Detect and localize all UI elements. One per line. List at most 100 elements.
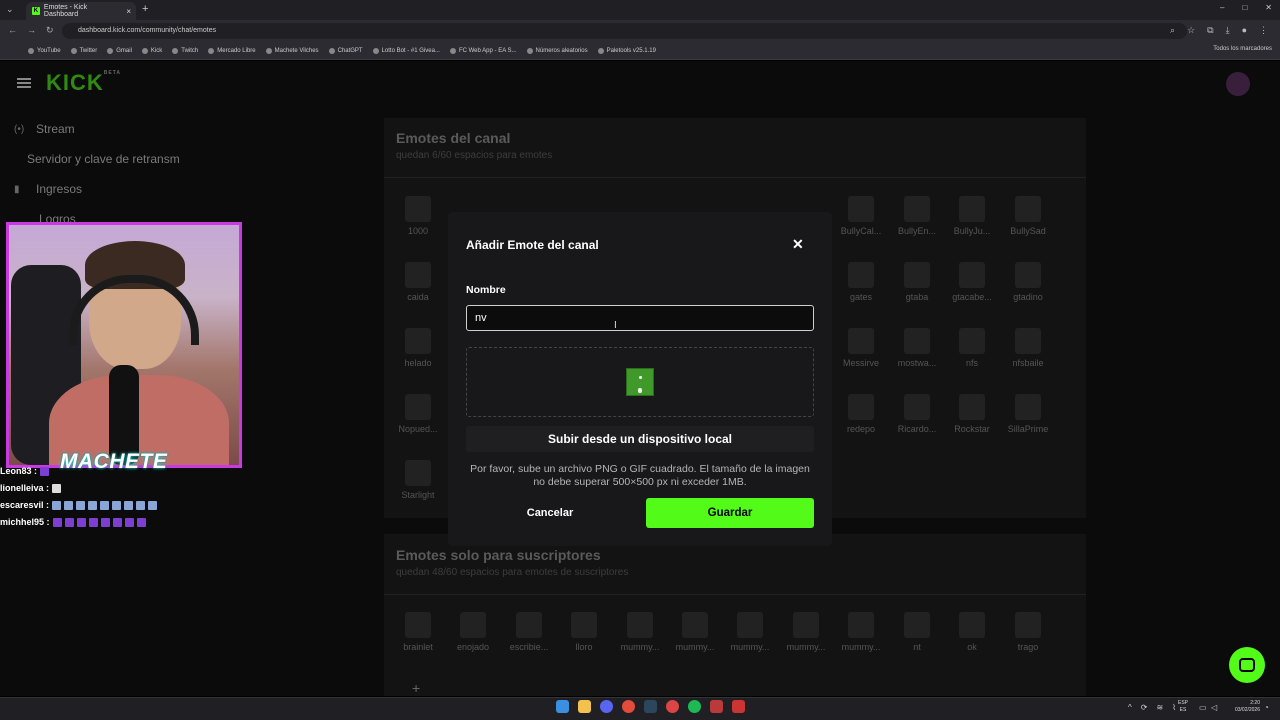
emote-item[interactable]: enojado: [445, 612, 501, 652]
emote-item[interactable]: escribie...: [501, 612, 557, 652]
emote-item[interactable]: gtaba: [889, 262, 945, 302]
emote-image: [848, 394, 874, 420]
chat-message: lionelleiva :: [0, 483, 62, 493]
emote-item[interactable]: mummy...: [833, 612, 889, 652]
emote-item[interactable]: brainlet: [390, 612, 446, 652]
sidebar-item-stream[interactable]: (•) Stream: [14, 122, 75, 136]
emote-item[interactable]: gates: [833, 262, 889, 302]
wifi-icon[interactable]: ≋: [1156, 703, 1163, 712]
volume-icon[interactable]: ◁: [1211, 703, 1217, 712]
emote-item[interactable]: mummy...: [612, 612, 668, 652]
bookmark-item[interactable]: Twitch: [172, 47, 198, 54]
emote-image: [793, 612, 819, 638]
url-field[interactable]: dashboard.kick.com/community/chat/emotes: [62, 23, 1187, 39]
minimize-icon[interactable]: –: [1220, 3, 1224, 12]
close-icon[interactable]: ✕: [792, 236, 804, 253]
calendar-icon[interactable]: [732, 700, 745, 713]
bookmark-item[interactable]: YouTube: [28, 47, 61, 54]
emote-item[interactable]: nfsbaile: [1000, 328, 1056, 368]
emote-item[interactable]: redepo: [833, 394, 889, 434]
avatar[interactable]: [1226, 72, 1250, 96]
save-button[interactable]: Guardar: [646, 498, 814, 528]
emote-item[interactable]: trago: [1000, 612, 1056, 652]
tab-title: Emotes - Kick Dashboard: [43, 4, 88, 18]
profile-icon[interactable]: ●: [1242, 25, 1247, 36]
emote-item[interactable]: BullyCal...: [833, 196, 889, 236]
window-close-icon[interactable]: ✕: [1265, 3, 1272, 12]
forward-icon[interactable]: →: [27, 25, 36, 36]
extensions-icon[interactable]: ⧉: [1207, 25, 1213, 36]
spotify-icon[interactable]: [688, 700, 701, 713]
emote-item[interactable]: Nopued...: [390, 394, 446, 434]
star-icon[interactable]: ☆: [1187, 25, 1195, 36]
tab-list-icon[interactable]: ⌄: [6, 4, 14, 15]
monitor-icon[interactable]: ▭: [1199, 703, 1207, 712]
app-icon[interactable]: [666, 700, 679, 713]
bookmark-item[interactable]: Kick: [141, 47, 162, 54]
add-emote-icon[interactable]: +: [412, 680, 420, 696]
discord-icon[interactable]: [600, 700, 613, 713]
steam-icon[interactable]: [644, 700, 657, 713]
sidebar-item-ingresos[interactable]: ▮ Ingresos: [14, 182, 82, 196]
emote-item[interactable]: Starlight: [390, 460, 446, 500]
kick-logo[interactable]: KICKBETA: [46, 70, 121, 96]
mic-icon[interactable]: ⌇: [1172, 703, 1176, 712]
language-indicator[interactable]: ESP ES: [1178, 700, 1188, 714]
bookmark-item[interactable]: FC Web App - EA S...: [449, 47, 517, 54]
emote-item[interactable]: 1000: [390, 196, 446, 236]
emote-item[interactable]: nfs: [944, 328, 1000, 368]
emote-label: gtaba: [905, 292, 929, 302]
sidebar-item-stream-key[interactable]: Servidor y clave de retransm: [27, 152, 180, 166]
chat-support-icon[interactable]: [1229, 647, 1265, 683]
file-explorer-icon[interactable]: [578, 700, 591, 713]
emote-item[interactable]: BullySad: [1000, 196, 1056, 236]
emote-item[interactable]: Messirve: [833, 328, 889, 368]
bookmark-item[interactable]: Gmail: [107, 47, 132, 54]
clock[interactable]: 2:20 03/02/2026: [1230, 700, 1260, 714]
bookmark-item[interactable]: Números aleatorios: [526, 47, 588, 54]
all-bookmarks[interactable]: Todos los marcadores: [1213, 46, 1272, 52]
bookmark-item[interactable]: ChatGPT: [328, 47, 363, 54]
reload-icon[interactable]: ↻: [46, 25, 54, 36]
emote-item[interactable]: Ricardo...: [889, 394, 945, 434]
emote-item[interactable]: mummy...: [722, 612, 778, 652]
start-icon[interactable]: [556, 700, 569, 713]
emote-item[interactable]: BullyEn...: [889, 196, 945, 236]
new-tab-icon[interactable]: +: [142, 3, 148, 15]
emote-item[interactable]: Rockstar: [944, 394, 1000, 434]
bookmark-item[interactable]: Twitter: [70, 47, 97, 54]
notification-icon[interactable]: ◔: [1264, 703, 1269, 712]
cancel-button[interactable]: Cancelar: [466, 498, 634, 528]
emote-item[interactable]: gtadino: [1000, 262, 1056, 302]
sync-icon[interactable]: ⟳: [1141, 703, 1148, 712]
emote-item[interactable]: nt: [889, 612, 945, 652]
emote-item[interactable]: lloro: [556, 612, 612, 652]
emote-item[interactable]: helado: [390, 328, 446, 368]
tab-close-icon[interactable]: ×: [126, 7, 131, 16]
bookmark-item[interactable]: Lotto Bot - #1 Givea...: [372, 47, 440, 54]
obs-icon[interactable]: [710, 700, 723, 713]
emote-item[interactable]: mummy...: [778, 612, 834, 652]
download-icon[interactable]: ⤓: [1226, 25, 1230, 36]
menu-icon[interactable]: ⋮: [1259, 25, 1268, 36]
chrome-icon[interactable]: [622, 700, 635, 713]
name-input[interactable]: [466, 305, 814, 331]
bookmark-item[interactable]: Machete Vilches: [265, 47, 319, 54]
upload-local-button[interactable]: Subir desde un dispositivo local: [466, 426, 814, 452]
emote-label: nt: [913, 642, 921, 652]
emote-item[interactable]: SillaPrime: [1000, 394, 1056, 434]
emote-item[interactable]: gtacabe...: [944, 262, 1000, 302]
emote-item[interactable]: BullyJu...: [944, 196, 1000, 236]
bookmark-item[interactable]: Mercado Libre: [208, 47, 256, 54]
emote-item[interactable]: caida: [390, 262, 446, 302]
hamburger-menu-icon[interactable]: [17, 78, 31, 88]
emote-item[interactable]: ok: [944, 612, 1000, 652]
maximize-icon[interactable]: □: [1242, 3, 1247, 12]
chevron-up-icon[interactable]: ^: [1128, 703, 1132, 712]
back-icon[interactable]: ←: [8, 25, 17, 36]
tab-kick-dashboard[interactable]: K Emotes - Kick Dashboard ×: [26, 2, 136, 20]
emote-item[interactable]: mostwa...: [889, 328, 945, 368]
zoom-icon[interactable]: ⌕: [1170, 25, 1175, 36]
emote-item[interactable]: mummy...: [667, 612, 723, 652]
bookmark-item[interactable]: Paletools v25.1.19: [597, 47, 656, 54]
